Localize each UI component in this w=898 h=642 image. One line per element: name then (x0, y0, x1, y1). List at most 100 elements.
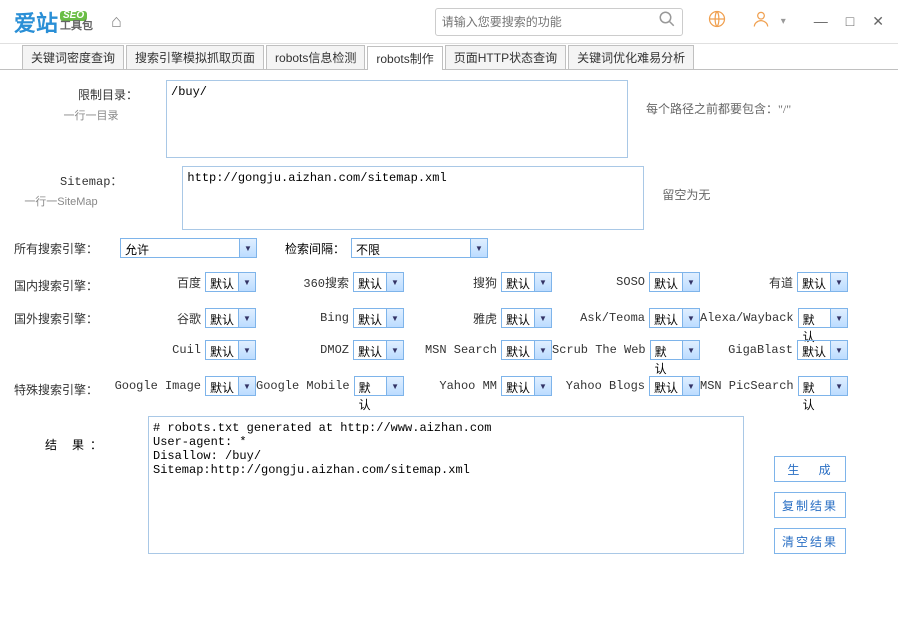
tab-keyword-difficulty[interactable]: 关键词优化难易分析 (568, 45, 694, 69)
engine-select[interactable]: 默认▼ (353, 340, 404, 360)
engine-select[interactable]: 默认▼ (501, 272, 552, 292)
logo: 爱站 SEO 工具包 (14, 6, 93, 38)
globe-icon[interactable] (707, 9, 727, 34)
engine-select[interactable]: 默认▼ (797, 340, 848, 360)
chevron-down-icon[interactable]: ▼ (470, 239, 487, 257)
restrict-textarea[interactable] (166, 80, 628, 158)
engine-label: Yahoo Blogs (566, 379, 645, 393)
engine-item: GigaBlast 默认▼ (700, 340, 848, 360)
chevron-down-icon[interactable]: ▼ (238, 309, 255, 327)
chevron-down-icon[interactable]: ▼ (830, 377, 847, 395)
engine-select[interactable]: 默认▼ (205, 376, 256, 396)
chevron-down-icon[interactable]: ▼ (238, 273, 255, 291)
chevron-down-icon[interactable]: ▼ (386, 377, 403, 395)
engine-select[interactable]: 默认▼ (649, 272, 700, 292)
sitemap-sublabel: 一行一SiteMap (14, 193, 108, 209)
tab-spider-sim[interactable]: 搜索引擎模拟抓取页面 (126, 45, 264, 69)
restrict-label: 限制目录： (74, 80, 138, 103)
chevron-down-icon[interactable]: ▼ (238, 341, 255, 359)
logo-main: 爱站 (14, 6, 58, 38)
tab-http-status[interactable]: 页面HTTP状态查询 (445, 45, 566, 69)
maximize-button[interactable]: □ (846, 13, 854, 30)
engine-item: DMOZ默认▼ (256, 340, 404, 360)
engine-item: 谷歌默认▼ (108, 308, 256, 328)
engine-select[interactable]: 默认▼ (649, 376, 700, 396)
chevron-down-icon[interactable]: ▾ (781, 16, 786, 27)
logo-sub: 工具包 (60, 21, 93, 32)
engine-select[interactable]: 默认▼ (798, 376, 848, 396)
engine-label: Google Image (115, 379, 201, 393)
engine-select[interactable]: 默认▼ (205, 308, 256, 328)
chevron-down-icon[interactable]: ▼ (386, 273, 403, 291)
engine-label: 有道 (769, 274, 793, 291)
chevron-down-icon[interactable]: ▼ (830, 341, 847, 359)
chevron-down-icon[interactable]: ▼ (386, 341, 403, 359)
engine-item: Cuil默认▼ (108, 340, 256, 360)
generate-button[interactable]: 生 成 (774, 456, 846, 482)
chevron-down-icon[interactable]: ▼ (682, 273, 699, 291)
sitemap-textarea[interactable] (182, 166, 644, 230)
engine-label: 百度 (177, 274, 201, 291)
result-row: 结 果： 生 成 复制结果 清空结果 (14, 416, 884, 554)
foreign-row: 国外搜索引擎： 谷歌默认▼Bing默认▼雅虎默认▼Ask/Teoma默认▼Ale… (14, 308, 884, 366)
special-label: 特殊搜索引擎： (14, 381, 108, 398)
home-icon[interactable]: ⌂ (111, 11, 122, 32)
chevron-down-icon[interactable]: ▼ (830, 309, 847, 327)
tab-robots-check[interactable]: robots信息检测 (266, 45, 365, 69)
domestic-row: 国内搜索引擎： 百度默认▼360搜索默认▼搜狗默认▼SOSO默认▼有道默认▼ (14, 272, 884, 298)
chevron-down-icon[interactable]: ▼ (534, 273, 551, 291)
chevron-down-icon[interactable]: ▼ (682, 341, 699, 359)
chevron-down-icon[interactable]: ▼ (682, 377, 699, 395)
engine-select[interactable]: 默认▼ (650, 340, 700, 360)
engine-label: Bing (320, 311, 349, 325)
chevron-down-icon[interactable]: ▼ (386, 309, 403, 327)
search-icon[interactable] (658, 10, 676, 33)
engine-select[interactable]: 默认▼ (501, 376, 552, 396)
engine-item: Scrub The Web默认▼ (552, 340, 700, 360)
chevron-down-icon[interactable]: ▼ (239, 239, 256, 257)
search-box[interactable] (435, 8, 683, 36)
engine-select[interactable]: 默认▼ (205, 340, 256, 360)
user-icon[interactable] (751, 9, 771, 34)
all-engines-row: 所有搜索引擎： 允许▼ 检索间隔： 不限▼ (14, 238, 884, 258)
chevron-down-icon[interactable]: ▼ (830, 273, 847, 291)
engine-select[interactable]: 默认▼ (353, 272, 404, 292)
engine-select[interactable]: 默认▼ (501, 308, 552, 328)
engine-item: 百度默认▼ (108, 272, 256, 292)
engine-select[interactable]: 默认▼ (798, 308, 848, 328)
engine-select[interactable]: 默认▼ (501, 340, 552, 360)
interval-select[interactable]: 不限▼ (351, 238, 488, 258)
chevron-down-icon[interactable]: ▼ (534, 377, 551, 395)
copy-button[interactable]: 复制结果 (774, 492, 846, 518)
chevron-down-icon[interactable]: ▼ (238, 377, 255, 395)
engine-label: MSN PicSearch (700, 379, 794, 393)
minimize-button[interactable]: — (814, 13, 828, 30)
engine-item: Ask/Teoma默认▼ (552, 308, 700, 328)
special-row: 特殊搜索引擎： Google Image默认▼Google Mobile默认▼Y… (14, 376, 884, 402)
engine-item: Alexa/Wayback 默认▼ (700, 308, 848, 328)
chevron-down-icon[interactable]: ▼ (682, 309, 699, 327)
engine-select[interactable]: 默认▼ (353, 308, 404, 328)
engine-select[interactable]: 默认▼ (205, 272, 256, 292)
button-column: 生 成 复制结果 清空结果 (774, 456, 846, 554)
engine-select[interactable]: 默认▼ (797, 272, 848, 292)
restrict-hint: 每个路径之前都要包含："/" (646, 80, 791, 117)
search-input[interactable] (442, 15, 658, 29)
engine-label: 谷歌 (177, 310, 201, 327)
clear-button[interactable]: 清空结果 (774, 528, 846, 554)
tab-keyword-density[interactable]: 关键词密度查询 (22, 45, 124, 69)
engine-item: Yahoo MM默认▼ (404, 376, 552, 396)
engine-item: Google Mobile默认▼ (256, 376, 404, 396)
all-engines-select[interactable]: 允许▼ (120, 238, 257, 258)
engine-select[interactable]: 默认▼ (649, 308, 700, 328)
close-button[interactable]: ✕ (872, 13, 884, 30)
chevron-down-icon[interactable]: ▼ (534, 341, 551, 359)
result-label: 结 果： (14, 416, 108, 453)
tab-robots-make[interactable]: robots制作 (367, 46, 442, 70)
engine-label: Alexa/Wayback (700, 311, 794, 325)
result-textarea[interactable] (148, 416, 744, 554)
engine-label: 360搜索 (303, 274, 349, 291)
engine-label: GigaBlast (728, 343, 793, 357)
chevron-down-icon[interactable]: ▼ (534, 309, 551, 327)
engine-select[interactable]: 默认▼ (354, 376, 404, 396)
